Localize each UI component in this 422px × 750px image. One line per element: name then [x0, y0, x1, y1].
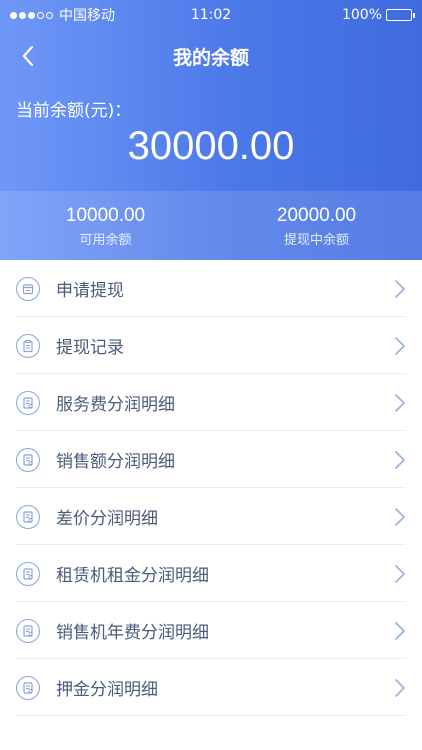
withdraw-card-icon	[16, 276, 40, 301]
balance-header: 中国移动 11:02 100% 我的余额 当前余额(元)： 30000.00 1…	[0, 0, 422, 260]
chevron-right-icon	[395, 679, 405, 697]
chevron-right-icon	[395, 337, 405, 355]
chevron-left-icon	[22, 45, 34, 67]
document-icon	[16, 561, 40, 586]
menu-item-sales-details[interactable]: 销售额分润明细	[0, 431, 422, 488]
status-bar: 中国移动 11:02 100%	[0, 0, 422, 30]
menu-item-label: 销售额分润明细	[56, 452, 175, 472]
chevron-right-icon	[395, 280, 405, 298]
battery-icon	[386, 9, 415, 21]
document-icon	[16, 447, 40, 472]
menu-item-lease-rent-details[interactable]: 租赁机租金分润明细	[0, 545, 422, 602]
document-icon	[16, 390, 40, 415]
menu-item-price-difference-details[interactable]: 差价分润明细	[0, 488, 422, 545]
menu-item-service-fee-details[interactable]: 服务费分润明细	[0, 374, 422, 431]
withdrawing-balance: 20000.00 提现中余额	[211, 191, 422, 260]
available-balance-value: 10000.00	[65, 205, 146, 226]
menu-item-apply-withdrawal[interactable]: 申请提现	[0, 260, 422, 317]
page-title: 我的余额	[172, 46, 249, 69]
balance-amount: 30000.00	[127, 124, 295, 168]
balance-summary: 10000.00 可用余额 20000.00 提现中余额	[0, 191, 422, 260]
menu-item-label: 销售机年费分润明细	[56, 623, 209, 643]
menu-item-annual-fee-details[interactable]: 销售机年费分润明细	[0, 602, 422, 659]
signal-icon	[10, 11, 53, 19]
status-right: 100%	[341, 7, 415, 23]
withdrawing-balance-value: 20000.00	[276, 205, 357, 226]
withdrawing-balance-label: 提现中余额	[283, 233, 349, 248]
chevron-right-icon	[395, 622, 405, 640]
menu-item-label: 押金分润明细	[56, 680, 158, 700]
document-icon	[16, 618, 40, 643]
chevron-right-icon	[395, 508, 405, 526]
available-balance-label: 可用余额	[79, 233, 132, 248]
chevron-right-icon	[395, 394, 405, 412]
chevron-right-icon	[395, 451, 405, 469]
chevron-right-icon	[395, 565, 405, 583]
menu-item-label: 申请提现	[56, 281, 124, 301]
balance-menu: 申请提现 提现记录 服务费分润明细 销售额分润明细 差价分润明细 租赁机租金分润…	[0, 260, 422, 716]
menu-item-deposit-details[interactable]: 押金分润明细	[0, 659, 422, 716]
clipboard-icon	[16, 333, 40, 358]
document-icon	[16, 675, 40, 700]
document-icon	[16, 504, 40, 529]
battery-percent: 100%	[341, 7, 382, 23]
carrier-name: 中国移动	[59, 8, 115, 24]
menu-item-label: 租赁机租金分润明细	[56, 566, 209, 586]
back-button[interactable]	[12, 40, 44, 72]
menu-item-label: 差价分润明细	[56, 509, 158, 529]
menu-item-label: 服务费分润明细	[56, 395, 175, 415]
balance-label: 当前余额(元)：	[16, 101, 132, 121]
menu-item-withdrawal-records[interactable]: 提现记录	[0, 317, 422, 374]
status-left: 中国移动	[10, 5, 115, 25]
menu-item-label: 提现记录	[56, 338, 124, 358]
available-balance: 10000.00 可用余额	[0, 191, 211, 260]
nav-bar: 我的余额	[0, 34, 422, 78]
